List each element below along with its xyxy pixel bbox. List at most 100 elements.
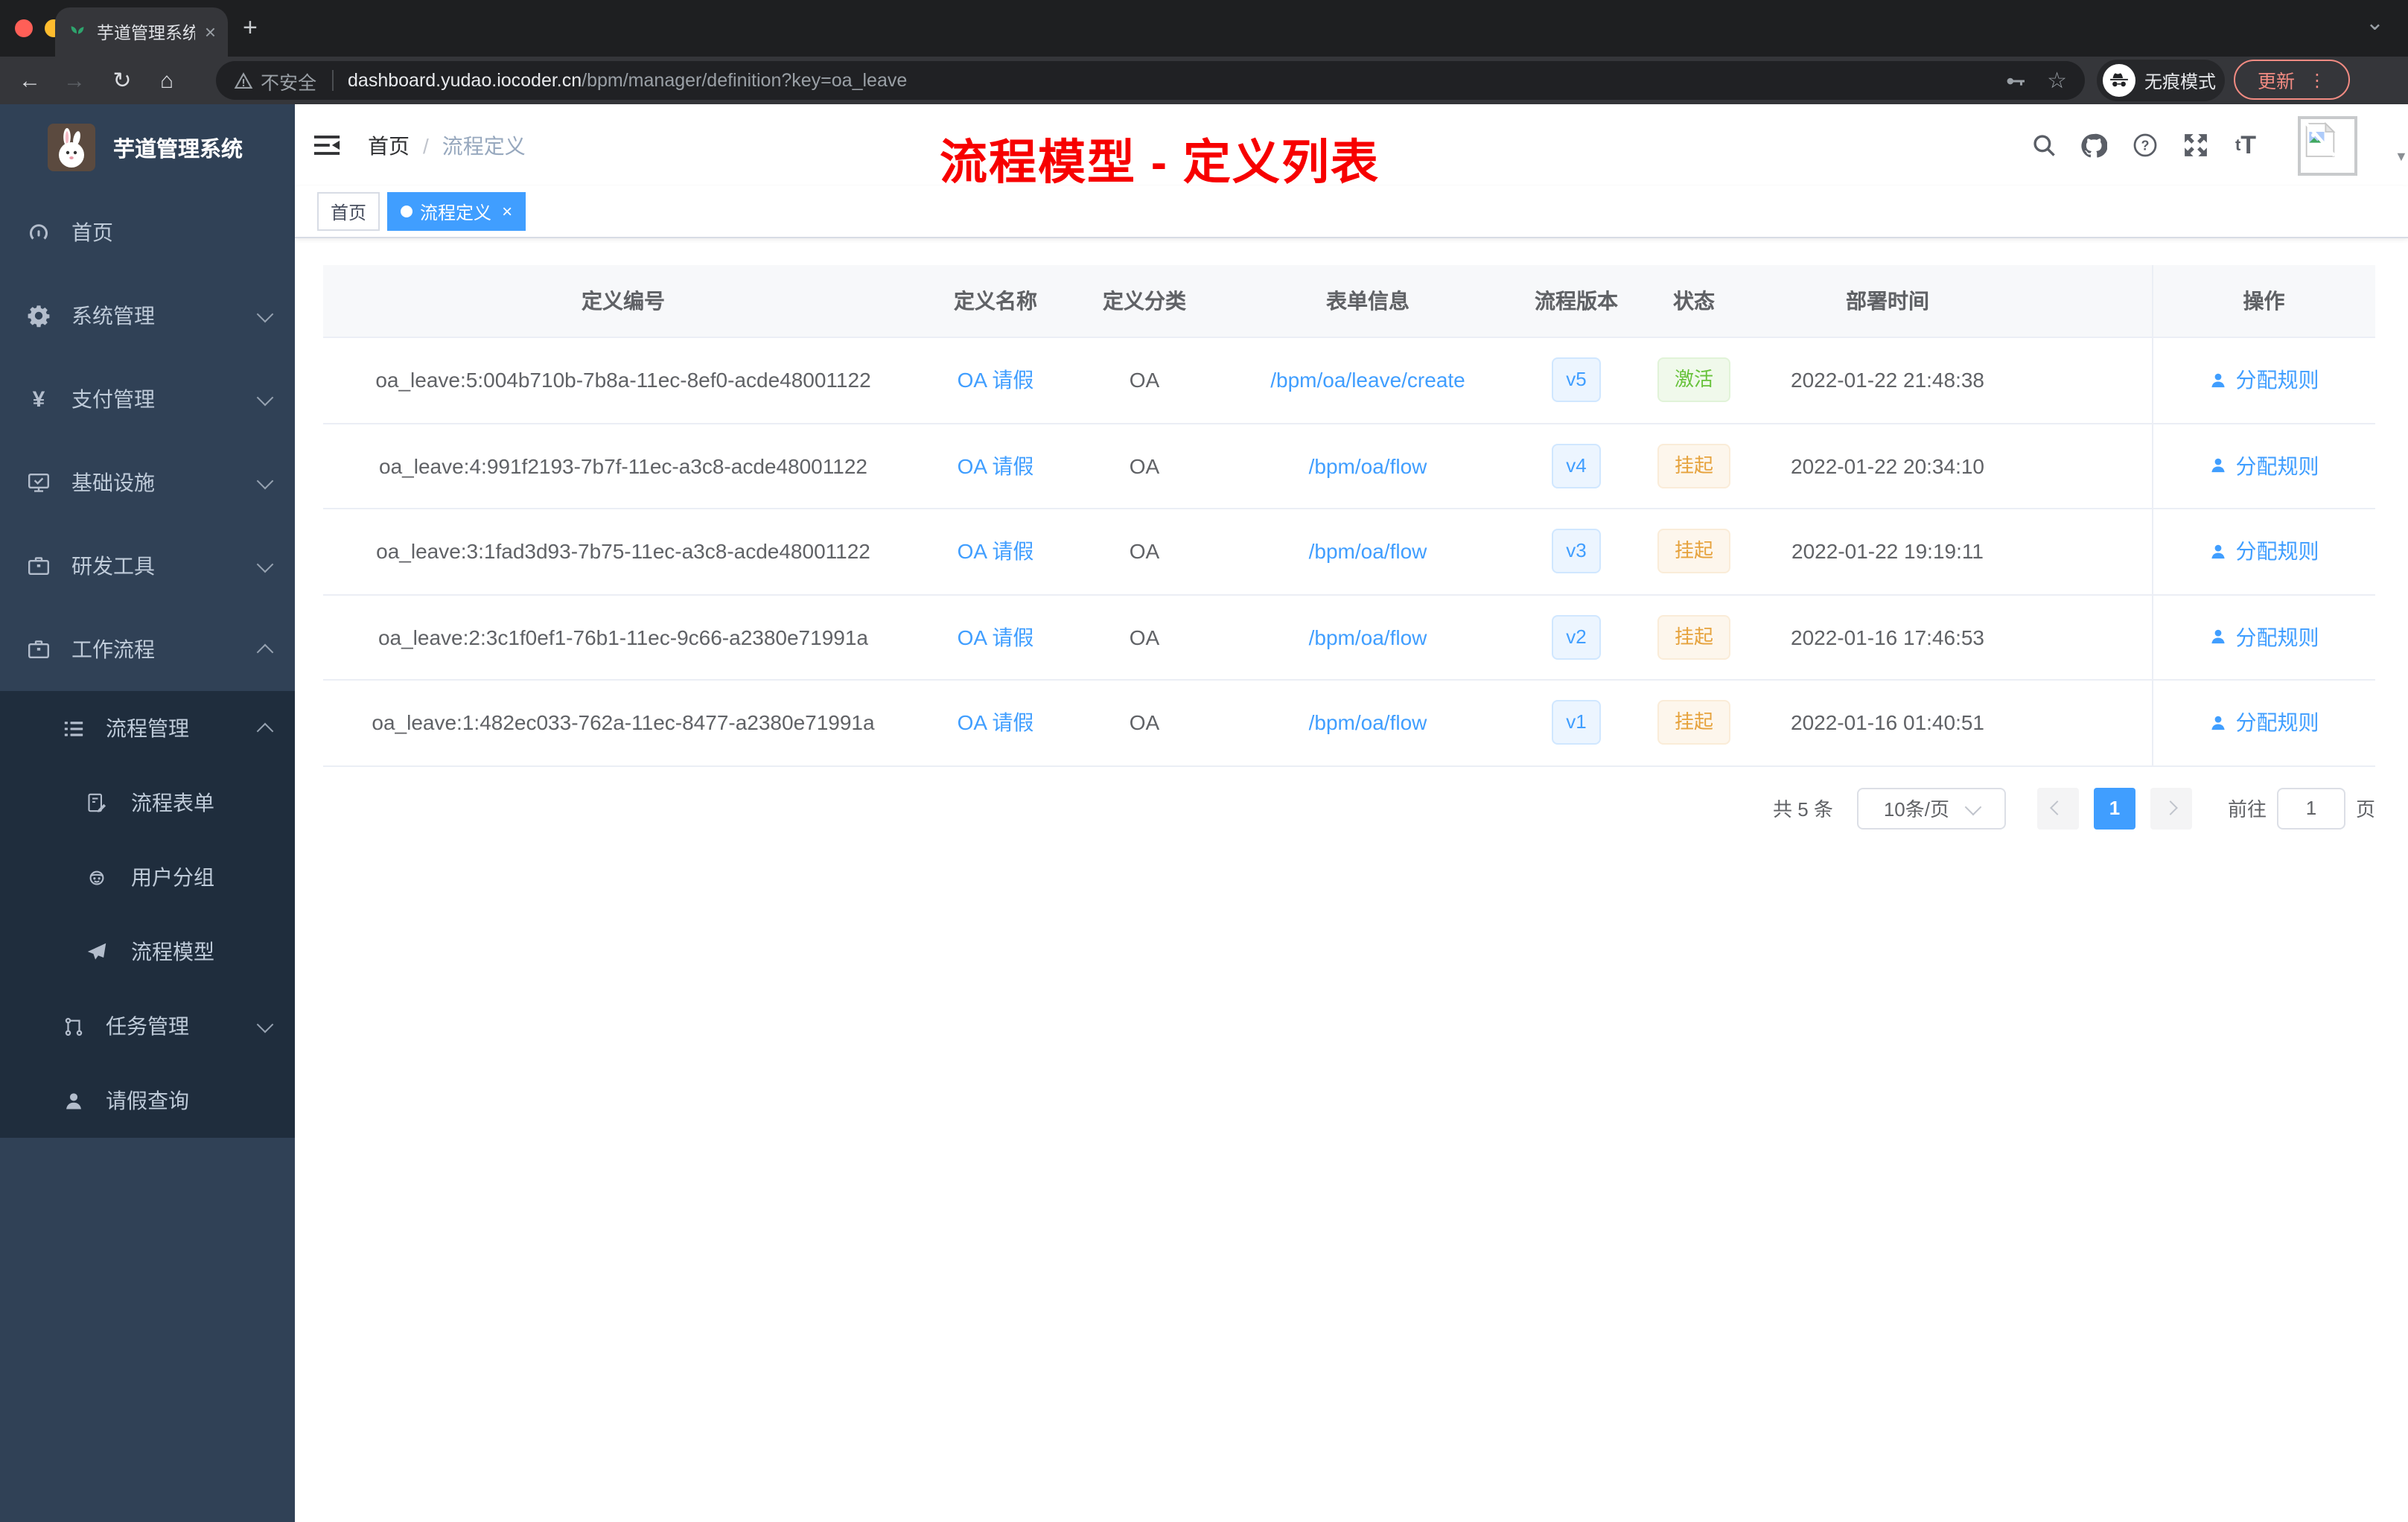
warning-icon <box>234 71 253 90</box>
help-icon[interactable]: ? <box>2131 132 2158 159</box>
column-header-filler <box>2025 265 2152 338</box>
tab-search-chevron-icon[interactable]: ⌄ <box>2366 9 2384 36</box>
cell-deploy-time: 2022-01-22 21:48:38 <box>1750 337 2025 424</box>
chevron-down-icon <box>256 388 274 406</box>
assign-rule-link[interactable]: 分配规则 <box>2209 537 2319 567</box>
tag-close-icon[interactable]: × <box>502 201 512 222</box>
sidebar-item-home[interactable]: 首页 <box>0 191 295 274</box>
page-size-value: 10条/页 <box>1883 798 1949 821</box>
sidebar-item-process-form[interactable]: 流程表单 <box>0 765 295 840</box>
font-size-icon[interactable]: tT <box>2232 130 2259 159</box>
column-header-action: 操作 <box>2151 265 2375 338</box>
form-link[interactable]: /bpm/oa/leave/create <box>1270 369 1465 392</box>
tag-label: 流程定义 <box>420 202 492 223</box>
monitor-icon <box>27 471 51 494</box>
tag-process-definition[interactable]: 流程定义 × <box>387 192 526 231</box>
definition-name-link[interactable]: OA 请假 <box>958 625 1034 649</box>
kebab-menu-icon[interactable]: ⋮ <box>2308 69 2326 90</box>
cell-category: OA <box>1068 423 1221 509</box>
chevron-right-icon <box>2164 800 2179 815</box>
breadcrumb-separator: / <box>423 133 429 157</box>
breadcrumb-home[interactable]: 首页 <box>368 130 410 160</box>
flow-icon <box>61 1014 85 1038</box>
browser-tab[interactable]: 芋道管理系统 × <box>55 7 228 57</box>
cell-category: OA <box>1068 509 1221 595</box>
incognito-icon <box>2103 64 2135 97</box>
assign-rule-link[interactable]: 分配规则 <box>2209 708 2319 738</box>
chevron-down-icon <box>256 305 274 322</box>
incognito-badge: 无痕模式 <box>2097 60 2225 101</box>
sidebar-item-task-management[interactable]: 任务管理 <box>0 989 295 1063</box>
fullscreen-icon[interactable] <box>2182 132 2208 159</box>
sidebar-item-infra[interactable]: 基础设施 <box>0 441 295 524</box>
assign-rule-link[interactable]: 分配规则 <box>2209 623 2319 652</box>
url-text: dashboard.yudao.iocoder.cn/bpm/manager/d… <box>348 70 1983 91</box>
definition-name-link[interactable]: OA 请假 <box>958 369 1034 392</box>
caret-down-icon[interactable]: ▼ <box>2395 148 2408 163</box>
security-label[interactable]: 不安全 <box>261 66 316 95</box>
cell-id: oa_leave:2:3c1f0ef1-76b1-11ec-9c66-a2380… <box>323 594 923 681</box>
definition-name-link[interactable]: OA 请假 <box>958 454 1034 478</box>
browser-update-button[interactable]: 更新 ⋮ <box>2234 60 2350 100</box>
next-page-button[interactable] <box>2150 787 2192 829</box>
form-link[interactable]: /bpm/oa/flow <box>1309 625 1427 649</box>
reload-icon[interactable]: ↻ <box>106 67 138 94</box>
workflow-submenu: 流程管理 流程表单 用户分组 流程模型 任务管理 请假查询 <box>0 691 295 1138</box>
password-key-icon[interactable] <box>2004 69 2026 92</box>
cell-filler <box>2025 423 2152 509</box>
goto-page-input[interactable] <box>2276 787 2345 829</box>
yen-icon: ¥ <box>32 386 45 412</box>
bookmark-star-icon[interactable]: ☆ <box>2047 67 2067 94</box>
table-row: oa_leave:2:3c1f0ef1-76b1-11ec-9c66-a2380… <box>323 594 2375 681</box>
definition-name-link[interactable]: OA 请假 <box>958 540 1034 564</box>
form-link[interactable]: /bpm/oa/flow <box>1309 454 1427 478</box>
search-icon[interactable] <box>2030 132 2057 159</box>
sidebar-item-payment[interactable]: ¥ 支付管理 <box>0 357 295 441</box>
pagination: 共 5 条 10条/页 1 前往 页 <box>295 787 2375 829</box>
version-badge: v2 <box>1551 614 1602 660</box>
table-header-row: 定义编号 定义名称 定义分类 表单信息 流程版本 状态 部署时间 操作 <box>323 265 2375 338</box>
page-size-select[interactable]: 10条/页 <box>1856 787 2006 829</box>
sidebar-fold-icon[interactable] <box>313 131 341 159</box>
cell-id: oa_leave:4:991f2193-7b7f-11ec-a3c8-acde4… <box>323 423 923 509</box>
annotation-title: 流程模型 - 定义列表 <box>940 136 1380 189</box>
sidebar-item-system[interactable]: 系统管理 <box>0 274 295 357</box>
app-title: 芋道管理系统 <box>113 138 243 162</box>
user-group-icon <box>86 867 107 888</box>
cell-deploy-time: 2022-01-16 17:46:53 <box>1750 594 2025 681</box>
sidebar-item-devtools[interactable]: 研发工具 <box>0 524 295 608</box>
page-number-button[interactable]: 1 <box>2093 787 2135 829</box>
briefcase-icon <box>27 554 51 578</box>
version-badge: v1 <box>1551 700 1602 745</box>
table-row: oa_leave:1:482ec033-762a-11ec-8477-a2380… <box>323 680 2375 766</box>
form-link[interactable]: /bpm/oa/flow <box>1309 711 1427 735</box>
home-icon[interactable]: ⌂ <box>150 68 183 93</box>
sidebar-item-process-management[interactable]: 流程管理 <box>0 691 295 765</box>
new-tab-button[interactable]: + <box>243 13 258 43</box>
tag-home[interactable]: 首页 <box>317 192 380 231</box>
status-badge: 挂起 <box>1657 443 1730 488</box>
address-bar[interactable]: 不安全 dashboard.yudao.iocoder.cn/bpm/manag… <box>216 61 2085 100</box>
sidebar-item-process-model[interactable]: 流程模型 <box>0 914 295 989</box>
form-link[interactable]: /bpm/oa/flow <box>1309 540 1427 564</box>
assign-rule-link[interactable]: 分配规则 <box>2209 366 2319 395</box>
tab-close-icon[interactable]: × <box>205 22 216 42</box>
sidebar-item-label: 研发工具 <box>71 554 155 578</box>
sidebar-item-workflow[interactable]: 工作流程 <box>0 608 295 691</box>
sidebar-logo[interactable]: 芋道管理系统 <box>0 104 295 191</box>
definition-name-link[interactable]: OA 请假 <box>958 711 1034 735</box>
sidebar-item-leave-query[interactable]: 请假查询 <box>0 1063 295 1138</box>
prev-page-button[interactable] <box>2036 787 2079 829</box>
sidebar-item-label: 系统管理 <box>71 304 155 328</box>
back-icon[interactable]: ← <box>13 68 46 93</box>
window-close-button[interactable] <box>15 19 33 37</box>
pagination-total: 共 5 条 <box>1773 798 1833 821</box>
gear-icon <box>27 304 51 328</box>
sidebar-item-label: 工作流程 <box>71 637 155 661</box>
assign-rule-link[interactable]: 分配规则 <box>2209 451 2319 481</box>
column-header-deploy-time: 部署时间 <box>1750 265 2025 338</box>
sidebar-item-user-group[interactable]: 用户分组 <box>0 840 295 914</box>
github-icon[interactable] <box>2080 132 2107 159</box>
cell-filler <box>2025 337 2152 424</box>
user-avatar[interactable] <box>2298 115 2357 175</box>
